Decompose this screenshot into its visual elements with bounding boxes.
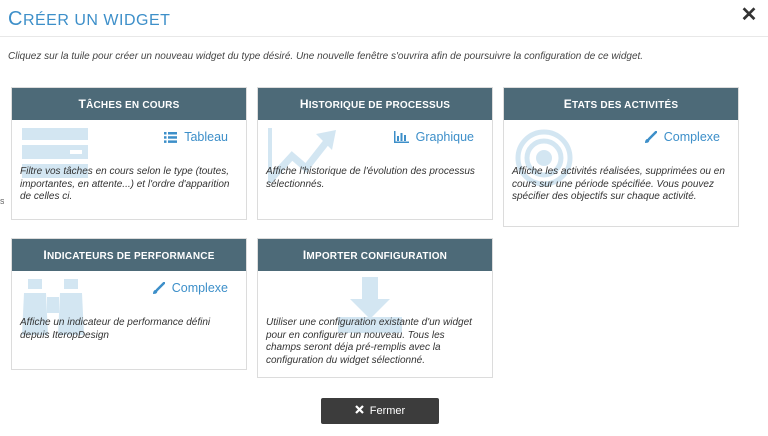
dialog-intro-text: Cliquez sur la tuile pour créer un nouve… xyxy=(8,51,644,62)
title-divider xyxy=(0,36,768,37)
tile-indicateurs-de-performance[interactable]: Indicateurs de performance xyxy=(11,238,247,370)
tile-type-label: Graphique xyxy=(393,130,474,144)
tile-header: Indicateurs de performance xyxy=(12,239,246,271)
tile-header: Historique de processus xyxy=(258,88,492,120)
dialog-title: Créer un widget xyxy=(8,8,171,30)
tile-type-label: Tableau xyxy=(164,130,228,144)
tile-header: Etats des activités xyxy=(504,88,738,120)
fermer-button[interactable]: Fermer xyxy=(321,398,439,424)
tile-description: Filtre vos tâches en cours selon le type… xyxy=(20,166,230,202)
bar-chart-icon xyxy=(393,131,409,143)
tile-description: Affiche l'historique de l'évolution des … xyxy=(266,166,475,190)
brush-icon xyxy=(644,130,657,144)
tile-etats-des-activites[interactable]: Etats des activités Complexe Af xyxy=(503,87,739,227)
brush-icon xyxy=(152,281,165,295)
edge-artifact: s xyxy=(0,196,4,206)
tile-type-label: Complexe xyxy=(644,130,720,144)
tile-type-label: Complexe xyxy=(152,281,228,295)
close-icon xyxy=(354,405,364,417)
tile-historique-de-processus[interactable]: Historique de processus Graphiq xyxy=(257,87,493,220)
close-icon[interactable]: ✕ xyxy=(738,4,760,26)
tile-description: Affiche un indicateur de performance déf… xyxy=(20,317,211,341)
tile-header: Importer configuration xyxy=(258,239,492,271)
tile-description: Affiche les activités réalisées, supprim… xyxy=(512,166,725,202)
tile-description: Utiliser une configuration existante d'u… xyxy=(266,317,472,366)
fermer-label: Fermer xyxy=(369,405,406,417)
tile-taches-en-cours[interactable]: Tâches en cours Tabl xyxy=(11,87,247,220)
tile-header: Tâches en cours xyxy=(12,88,246,120)
tile-importer-configuration[interactable]: Importer configuration Utiliser une conf… xyxy=(257,238,493,378)
list-icon xyxy=(164,131,178,143)
